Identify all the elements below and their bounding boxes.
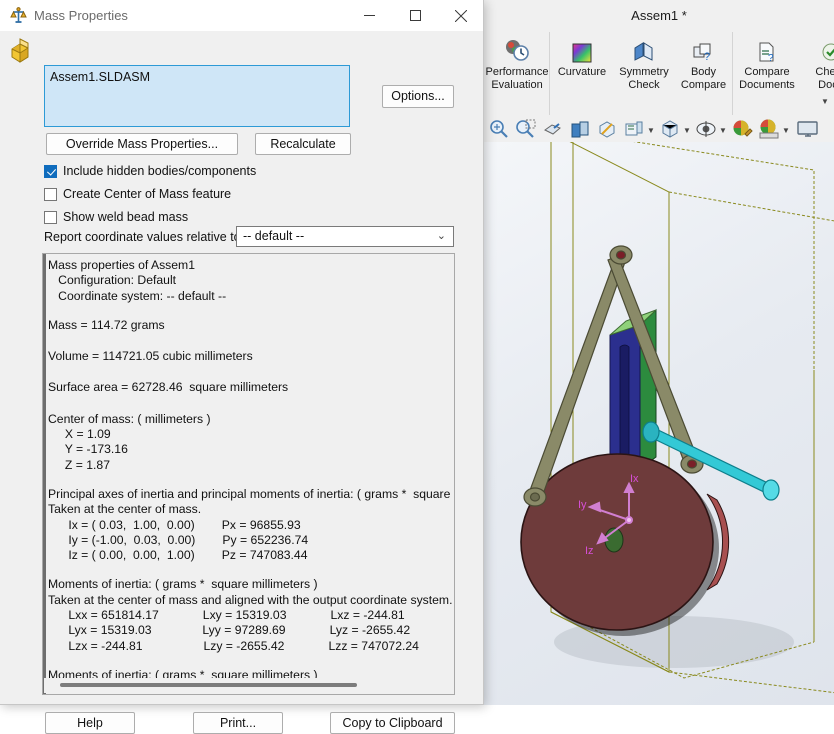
checkbox-show-weld-bead-mass[interactable]: Show weld bead mass (44, 208, 188, 226)
section-view-icon[interactable] (569, 118, 591, 140)
triad-label-iz: Iz (585, 545, 594, 557)
report-coordinate-label: Report coordinate values relative to: (44, 230, 245, 244)
apply-scene-icon[interactable] (758, 118, 780, 140)
display-style-caret-icon[interactable]: ▼ (647, 127, 655, 135)
zoom-to-fit-icon[interactable] (488, 118, 510, 140)
results-content: Mass properties of Assem1 Configuration:… (43, 254, 455, 679)
results-block-moments-com: Moments of inertia: ( grams * square mil… (48, 577, 453, 653)
coordinate-system-value: -- default -- (243, 229, 305, 243)
ribbon-button-symmetry-check[interactable]: Symmetry Check (614, 34, 674, 92)
ribbon-button-check-document[interactable]: Check Docu (801, 34, 834, 92)
ribbon-overflow-caret-icon[interactable]: ▼ (821, 98, 829, 106)
results-block-principal-axes: Principal axes of inertia and principal … (48, 486, 455, 563)
body-compare-icon: ? (674, 34, 733, 64)
results-block-center-of-mass: Center of mass: ( millimeters ) X = 1.09… (48, 411, 211, 472)
coordinate-system-dropdown[interactable]: -- default -- ⌄ (236, 226, 454, 247)
dialog-body: Assem1.SLDASM Options... Override Mass P… (0, 31, 483, 734)
dialog-title: Mass Properties (34, 8, 128, 23)
ribbon-button-compare-documents[interactable]: ? Compare Documents (733, 34, 801, 92)
results-block-mass: Mass = 114.72 grams (48, 317, 165, 332)
view-display-caret-icon[interactable]: ▼ (719, 127, 727, 135)
print-button[interactable]: Print... (193, 712, 283, 734)
ribbon-group-performance: Performance Evaluation (484, 32, 550, 115)
maximize-button[interactable] (392, 0, 438, 31)
svg-text:?: ? (768, 53, 774, 64)
copy-to-clipboard-button[interactable]: Copy to Clipboard (330, 712, 455, 734)
checkbox-box-weld-bead[interactable] (44, 210, 57, 224)
results-block-header: Mass properties of Assem1 Configuration:… (48, 258, 227, 303)
checkbox-label-create-com: Create Center of Mass feature (63, 187, 232, 201)
results-horizontal-scrollbar[interactable] (44, 678, 454, 693)
graphics-viewport[interactable]: Ix Iy Iz (484, 142, 834, 705)
ribbon-button-body-compare[interactable]: ? Body Compare (674, 34, 733, 92)
ribbon-button-curvature[interactable]: Curvature (550, 34, 614, 79)
compare-documents-icon: ? (733, 34, 801, 64)
component-icon (8, 37, 38, 65)
mass-properties-dialog: Mass Properties Assem1.SLDASM Options...… (0, 0, 484, 734)
assembly-model: Ix Iy Iz (520, 142, 834, 694)
ribbon-label-body-compare: Body Compare (680, 66, 727, 91)
previous-view-icon[interactable] (542, 118, 564, 140)
ribbon-group-compare: ? Compare Documents Check Docu ▼ (733, 32, 834, 115)
checkbox-create-center-of-mass[interactable]: Create Center of Mass feature (44, 185, 231, 203)
view-display-icon[interactable] (695, 118, 717, 140)
view-orientation-icon[interactable] (596, 118, 618, 140)
balance-scale-icon (9, 6, 28, 25)
document-titlebar: Assem1 * (484, 0, 834, 33)
edit-appearance-icon[interactable] (731, 118, 753, 140)
checkbox-include-hidden-bodies[interactable]: Include hidden bodies/components (44, 162, 256, 180)
help-button[interactable]: Help (45, 712, 135, 734)
ribbon-group-analysis: Curvature Symmetry Check ? Body Compare (550, 32, 733, 115)
evaluate-ribbon: Performance Evaluation Curvature Symmetr… (484, 32, 834, 116)
checkbox-label-weld-bead: Show weld bead mass (63, 210, 189, 224)
hide-show-caret-icon[interactable]: ▼ (683, 127, 691, 135)
triad-label-iy: Iy (578, 499, 587, 511)
results-scrollbar-thumb[interactable] (60, 683, 357, 687)
symmetry-check-icon (614, 34, 674, 64)
results-block-surface-area: Surface area = 62728.46 square millimete… (48, 380, 289, 395)
selection-input[interactable]: Assem1.SLDASM (44, 65, 350, 127)
zoom-to-area-icon[interactable] (515, 118, 537, 140)
recalculate-button[interactable]: Recalculate (255, 133, 351, 155)
check-document-icon (801, 34, 834, 64)
checkbox-box-include-hidden[interactable] (44, 164, 57, 178)
document-title: Assem1 * (631, 8, 687, 23)
minimize-button[interactable] (346, 0, 392, 31)
ribbon-label-compare-documents: Compare Documents (739, 66, 795, 91)
ribbon-label-check-document: Check Docu (815, 66, 834, 91)
view-settings-icon[interactable] (795, 118, 821, 140)
view-toolbar: ▼ ▼ ▼ ▼ (484, 115, 834, 143)
results-text-area[interactable]: Mass properties of Assem1 Configuration:… (42, 253, 455, 695)
ribbon-label-curvature: Curvature (557, 66, 607, 78)
options-button[interactable]: Options... (382, 85, 454, 108)
results-block-volume: Volume = 114721.05 cubic millimeters (48, 349, 253, 364)
display-style-icon[interactable] (623, 118, 645, 140)
chevron-down-icon: ⌄ (436, 230, 446, 242)
hide-show-items-icon[interactable] (659, 118, 681, 140)
dialog-titlebar[interactable]: Mass Properties (0, 0, 483, 31)
curvature-icon (550, 34, 614, 64)
triad-label-ix: Ix (630, 473, 639, 485)
svg-text:?: ? (704, 51, 710, 63)
checkbox-label-include-hidden: Include hidden bodies/components (63, 164, 257, 178)
checkbox-box-create-com[interactable] (44, 187, 57, 201)
close-button[interactable] (438, 0, 484, 31)
ribbon-label-symmetry-check: Symmetry Check (619, 66, 669, 91)
apply-scene-caret-icon[interactable]: ▼ (782, 127, 790, 135)
override-mass-properties-button[interactable]: Override Mass Properties... (46, 133, 238, 155)
